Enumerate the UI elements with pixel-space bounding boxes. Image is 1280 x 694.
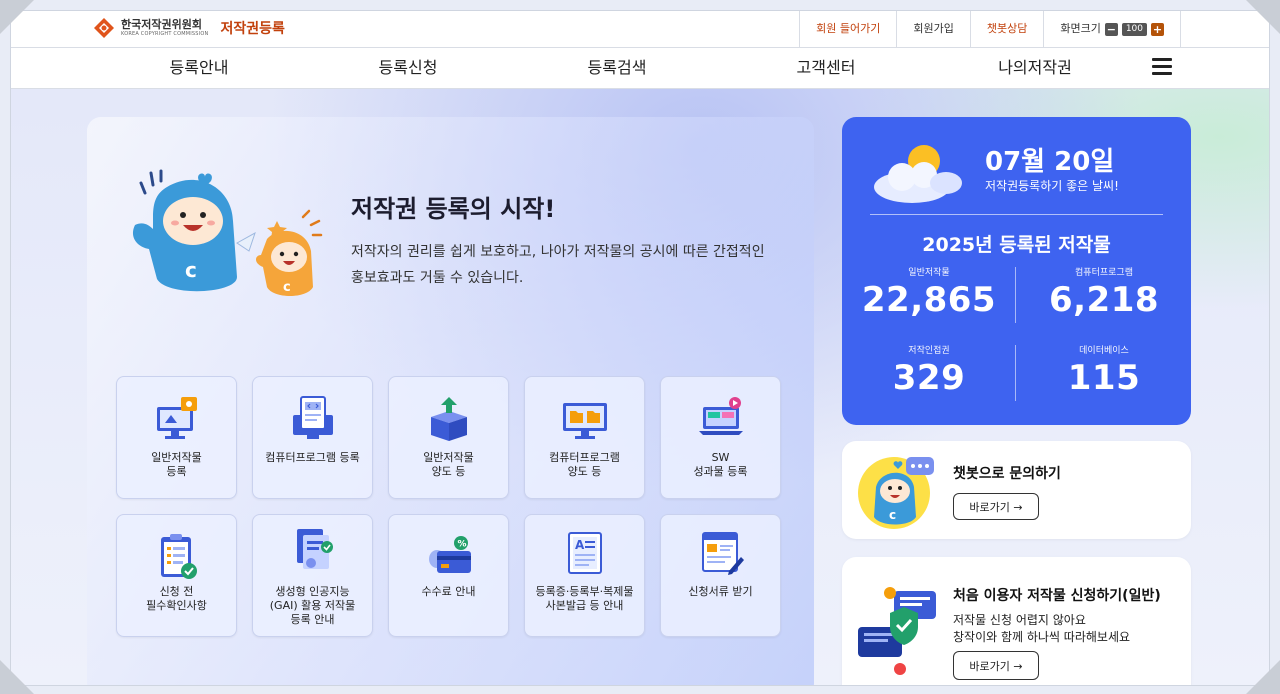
zoom-value: 100 bbox=[1121, 22, 1147, 36]
tile-certificate-copy-guide[interactable]: A 등록증·등록부·복제물 사본발급 등 안내 bbox=[524, 514, 645, 637]
stat-neighboring-rights: 저작인접권 329 bbox=[842, 343, 1016, 398]
tile-program-transfer[interactable]: 컴퓨터프로그램 양도 등 bbox=[524, 376, 645, 499]
signup-link[interactable]: 회원가입 bbox=[896, 11, 969, 47]
clipboard-check-icon bbox=[161, 534, 197, 579]
tile-fee-guide[interactable]: % 수수료 안내 bbox=[388, 514, 509, 637]
box-upload-icon bbox=[431, 397, 467, 441]
stat-computer-programs: 컴퓨터프로그램 6,218 bbox=[1017, 265, 1191, 320]
laptop-media-icon bbox=[699, 397, 743, 435]
payment-card-icon: % bbox=[429, 536, 471, 573]
stat-divider bbox=[1015, 345, 1016, 401]
mascot-illustration: c c bbox=[127, 159, 327, 309]
top-bar: 한국저작권위원회 KOREA COPYRIGHT COMMISSION 저작권등… bbox=[11, 11, 1269, 48]
chatbot-consult-link[interactable]: 챗봇상담 bbox=[969, 11, 1043, 47]
tile-label: 컴퓨터프로그램 양도 등 bbox=[549, 451, 620, 478]
tile-label: 수수료 안내 bbox=[421, 585, 476, 598]
nav-item-registration-guide[interactable]: 등록안내 bbox=[170, 48, 229, 88]
stat-label: 데이터베이스 bbox=[1079, 346, 1129, 356]
code-document-icon bbox=[293, 396, 333, 439]
tile-general-work-transfer[interactable]: 일반저작물 양도 등 bbox=[388, 376, 509, 499]
first-user-go-button[interactable]: 바로가기 → bbox=[953, 651, 1039, 680]
stat-label: 일반저작물 bbox=[908, 268, 950, 278]
tile-gai-work-guide[interactable]: 생성형 인공지능 (GAI) 활용 저작물 등록 안내 bbox=[252, 514, 373, 637]
chatbot-mascot-icon: c bbox=[858, 457, 934, 529]
stat-label: 컴퓨터프로그램 bbox=[1075, 268, 1133, 278]
menu-icon[interactable] bbox=[1152, 58, 1172, 76]
corner-decoration bbox=[1246, 0, 1280, 34]
stat-divider bbox=[1015, 267, 1016, 323]
tile-sw-result-registration[interactable]: SW 성과물 등록 bbox=[660, 376, 781, 499]
main-nav: 등록안내 등록신청 등록검색 고객센터 나의저작권 bbox=[11, 48, 1269, 89]
tile-label: SW 성과물 등록 bbox=[693, 451, 748, 478]
stat-general-works: 일반저작물 22,865 bbox=[842, 265, 1016, 320]
tile-label: 생성형 인공지능 (GAI) 활용 저작물 등록 안내 bbox=[269, 585, 356, 626]
corner-decoration bbox=[1246, 660, 1280, 694]
weather-cloud-sun-icon bbox=[874, 145, 962, 203]
certificate-icon: A bbox=[568, 532, 602, 574]
org-name-en: KOREA COPYRIGHT COMMISSION bbox=[121, 31, 209, 37]
stat-value: 6,218 bbox=[1048, 280, 1160, 320]
page-frame: 한국저작권위원회 KOREA COPYRIGHT COMMISSION 저작권등… bbox=[10, 10, 1270, 686]
chatbot-title: 챗봇으로 문의하기 bbox=[953, 466, 1061, 482]
nav-item-search[interactable]: 등록검색 bbox=[588, 48, 647, 88]
svg-text:c: c bbox=[185, 258, 197, 282]
logo-mark-icon bbox=[93, 17, 115, 39]
monitor-folders-icon bbox=[563, 403, 607, 439]
service-name: 저작권등록 bbox=[220, 21, 285, 37]
stat-value: 22,865 bbox=[861, 280, 997, 320]
chatbot-go-button[interactable]: 바로가기 → bbox=[953, 493, 1039, 520]
svg-text:A: A bbox=[575, 538, 585, 552]
svg-text:c: c bbox=[283, 280, 291, 295]
divider bbox=[870, 214, 1163, 215]
form-download-icon bbox=[702, 532, 744, 575]
zoom-control: 화면크기 − 100 + bbox=[1043, 11, 1181, 47]
stat-databases: 데이터베이스 115 bbox=[1017, 343, 1191, 398]
hero-description: 저작자의 권리를 쉽게 보호하고, 나아가 저작물의 공시에 따른 간접적인 홍… bbox=[351, 244, 765, 286]
tile-download-forms[interactable]: 신청서류 받기 bbox=[660, 514, 781, 637]
tile-label: 컴퓨터프로그램 등록 bbox=[265, 451, 360, 464]
tile-general-work-registration[interactable]: 일반저작물 등록 bbox=[116, 376, 237, 499]
stats-title: 2025년 등록된 저작물 bbox=[922, 234, 1111, 256]
tile-label: 등록증·등록부·복제물 사본발급 등 안내 bbox=[535, 585, 634, 612]
org-name: 한국저작권위원회 bbox=[121, 18, 202, 31]
hero-title: 저작권 등록의 시작! bbox=[351, 195, 556, 223]
chat-shield-illustration-icon bbox=[858, 587, 936, 675]
today-date: 07월 20일 bbox=[985, 147, 1115, 177]
tile-label: 일반저작물 등록 bbox=[151, 451, 202, 478]
tile-label: 신청 전 필수확인사항 bbox=[146, 585, 207, 612]
zoom-label: 화면크기 bbox=[1060, 22, 1101, 35]
weather-message: 저작권등록하기 좋은 날씨! bbox=[985, 179, 1119, 193]
chatbot-card: c 챗봇으로 문의하기 바로가기 → bbox=[842, 441, 1191, 539]
stat-value: 115 bbox=[1067, 358, 1141, 398]
corner-decoration bbox=[0, 0, 34, 34]
svg-text:c: c bbox=[889, 508, 896, 522]
site-logo[interactable]: 한국저작권위원회 KOREA COPYRIGHT COMMISSION 저작권등… bbox=[93, 17, 285, 39]
zoom-in-button[interactable]: + bbox=[1151, 22, 1164, 36]
first-user-desc-line1: 저작물 신청 어렵지 않아요 bbox=[953, 613, 1086, 627]
first-user-desc-line2: 창작이와 함께 하나씩 따라해보세요 bbox=[953, 630, 1131, 644]
first-user-title: 처음 이용자 저작물 신청하기(일반) bbox=[953, 588, 1161, 604]
tile-label: 일반저작물 양도 등 bbox=[423, 451, 474, 478]
stat-value: 329 bbox=[892, 358, 966, 398]
corner-decoration bbox=[0, 660, 34, 694]
nav-item-my-copyright[interactable]: 나의저작권 bbox=[998, 48, 1072, 88]
tile-program-registration[interactable]: 컴퓨터프로그램 등록 bbox=[252, 376, 373, 499]
svg-text:%: % bbox=[458, 540, 467, 550]
login-link[interactable]: 회원 들어가기 bbox=[799, 11, 896, 47]
monitor-illustration-icon bbox=[157, 397, 197, 439]
nav-item-customer-center[interactable]: 고객센터 bbox=[797, 48, 856, 88]
stat-label: 저작인접권 bbox=[908, 346, 950, 356]
utility-links: 회원 들어가기 회원가입 챗봇상담 화면크기 − 100 + bbox=[799, 11, 1181, 47]
tile-label: 신청서류 받기 bbox=[688, 585, 753, 598]
nav-item-apply[interactable]: 등록신청 bbox=[379, 48, 438, 88]
registration-stats-card: 07월 20일 저작권등록하기 좋은 날씨! 2025년 등록된 저작물 일반저… bbox=[842, 117, 1191, 425]
zoom-out-button[interactable]: − bbox=[1104, 22, 1118, 36]
tile-pre-application-checklist[interactable]: 신청 전 필수확인사항 bbox=[116, 514, 237, 637]
ai-document-icon bbox=[297, 529, 333, 569]
first-user-guide-card: 처음 이용자 저작물 신청하기(일반) 저작물 신청 어렵지 않아요 창작이와 … bbox=[842, 557, 1191, 685]
